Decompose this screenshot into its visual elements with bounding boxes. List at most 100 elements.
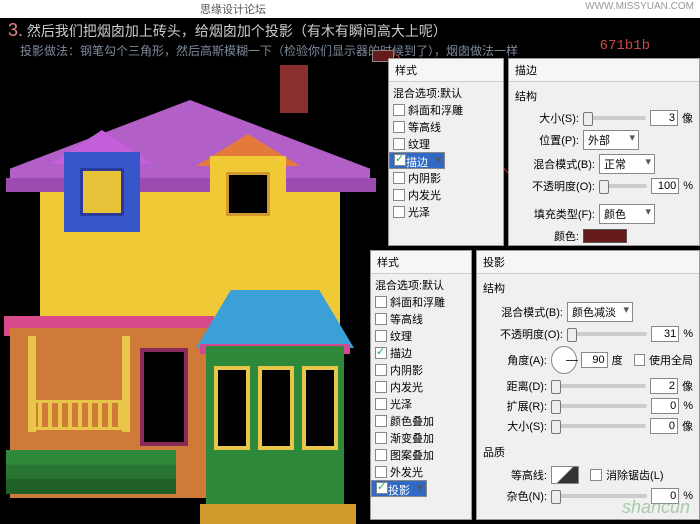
step-subnote: 投影做法：钢笔勾个三角形，然后高斯模糊一下（检验你们显示器的时候到了），烟囱做法…: [20, 42, 518, 59]
style-item-光泽[interactable]: 光泽: [389, 203, 503, 220]
antialias-checkbox[interactable]: [590, 469, 602, 481]
opacity-slider[interactable]: [599, 184, 647, 188]
filltype-select[interactable]: 颜色: [599, 204, 655, 224]
use-global-light-checkbox[interactable]: [634, 354, 645, 366]
size-input[interactable]: 0: [650, 418, 678, 434]
style-item-内发光[interactable]: 内发光: [389, 186, 503, 203]
style-checkbox[interactable]: [375, 415, 387, 427]
bay-roof: [196, 290, 354, 348]
style-item-描边[interactable]: 描边: [371, 344, 471, 361]
spread-input[interactable]: 0: [651, 398, 679, 414]
contour-picker[interactable]: [551, 466, 579, 484]
style-checkbox[interactable]: [375, 449, 387, 461]
opacity-input[interactable]: 31: [651, 326, 679, 342]
style-checkbox[interactable]: [375, 296, 387, 308]
forum-url: WWW.MISSYUAN.COM: [585, 1, 694, 12]
size-input[interactable]: 3: [650, 110, 678, 126]
opacity-input[interactable]: 100: [651, 178, 679, 194]
style-checkbox[interactable]: [393, 104, 405, 116]
blendmode-select[interactable]: 颜色减淡: [567, 302, 633, 322]
blend-options-default[interactable]: 混合选项:默认: [371, 276, 471, 293]
style-checkbox[interactable]: [393, 121, 405, 133]
blendmode-select[interactable]: 正常: [599, 154, 655, 174]
panel-title: 投影: [477, 251, 699, 274]
style-item-描边[interactable]: 描边: [389, 152, 445, 169]
style-item-斜面和浮雕[interactable]: 斜面和浮雕: [389, 101, 503, 118]
style-checkbox[interactable]: [375, 364, 387, 376]
angle-dial[interactable]: [551, 346, 577, 374]
style-checkbox[interactable]: [393, 138, 405, 150]
porch-steps: [6, 450, 176, 494]
bay-section: [200, 290, 350, 520]
style-checkbox[interactable]: [375, 347, 387, 359]
dormer-right-window: [226, 172, 270, 216]
porch-rail: [28, 400, 130, 430]
style-label: 内发光: [408, 187, 441, 203]
distance-slider[interactable]: [551, 384, 646, 388]
style-item-内阴影[interactable]: 内阴影: [389, 169, 503, 186]
style-item-等高线[interactable]: 等高线: [389, 118, 503, 135]
style-checkbox[interactable]: [393, 206, 405, 218]
style-checkbox[interactable]: [375, 313, 387, 325]
layer-style-styles-panel-stroke: 样式 混合选项:默认 斜面和浮雕等高线纹理描边内阴影内发光光泽: [388, 58, 504, 246]
house-illustration: [0, 60, 390, 500]
group-quality: 品质: [483, 442, 693, 464]
style-label: 投影: [388, 485, 410, 497]
opacity-slider[interactable]: [567, 332, 647, 336]
spread-slider[interactable]: [551, 404, 647, 408]
style-item-颜色叠加[interactable]: 颜色叠加: [371, 412, 471, 429]
size-slider[interactable]: [551, 424, 646, 428]
style-label: 内发光: [390, 379, 423, 395]
style-label: 内阴影: [408, 170, 441, 186]
step-instruction: 3. 然后我们把烟囱加上砖头，给烟囱加个投影（有木有瞬间高大上呢）: [8, 20, 447, 41]
style-item-图案叠加[interactable]: 图案叠加: [371, 446, 471, 463]
position-select[interactable]: 外部: [583, 130, 639, 150]
style-label: 颜色叠加: [390, 413, 434, 429]
dormer-left-window: [80, 168, 124, 216]
blendmode-label: 混合模式(B):: [515, 156, 595, 172]
style-checkbox[interactable]: [375, 330, 387, 342]
style-item-纹理[interactable]: 纹理: [371, 327, 471, 344]
style-checkbox[interactable]: [375, 466, 387, 478]
style-item-等高线[interactable]: 等高线: [371, 310, 471, 327]
panel-title: 样式: [389, 59, 503, 82]
layer-style-styles-panel-shadow: 样式 混合选项:默认 斜面和浮雕等高线纹理描边内阴影内发光光泽颜色叠加渐变叠加图…: [370, 250, 472, 520]
angle-input[interactable]: 90: [581, 352, 607, 368]
opacity-label: 不透明度(O):: [483, 326, 563, 342]
style-checkbox[interactable]: [375, 432, 387, 444]
style-item-光泽[interactable]: 光泽: [371, 395, 471, 412]
style-checkbox[interactable]: [394, 154, 406, 166]
style-label: 斜面和浮雕: [390, 294, 445, 310]
style-checkbox[interactable]: [393, 189, 405, 201]
style-item-内发光[interactable]: 内发光: [371, 378, 471, 395]
style-checkbox[interactable]: [393, 172, 405, 184]
style-item-斜面和浮雕[interactable]: 斜面和浮雕: [371, 293, 471, 310]
style-label: 内阴影: [390, 362, 423, 378]
distance-input[interactable]: 2: [650, 378, 678, 394]
stroke-color-well[interactable]: [583, 229, 627, 243]
size-slider[interactable]: [583, 116, 646, 120]
style-item-纹理[interactable]: 纹理: [389, 135, 503, 152]
stroke-settings-panel: 描边 结构 大小(S):3像 位置(P):外部 混合模式(B):正常 不透明度(…: [508, 58, 700, 246]
style-label: 光泽: [390, 396, 412, 412]
contour-label: 等高线:: [483, 467, 547, 483]
step-text: 然后我们把烟囱加上砖头，给烟囱加个投影（有木有瞬间高大上呢）: [27, 23, 447, 39]
style-item-投影[interactable]: 投影: [371, 480, 427, 497]
blendmode-label: 混合模式(B):: [483, 304, 563, 320]
style-checkbox[interactable]: [375, 398, 387, 410]
size-label: 大小(S):: [515, 110, 579, 126]
antialias-label: 消除锯齿(L): [606, 467, 663, 483]
blend-options-default[interactable]: 混合选项:默认: [389, 84, 503, 101]
drop-shadow-settings-panel: 投影 结构 混合模式(B):颜色减淡 不透明度(O):31% 角度(A):90度…: [476, 250, 700, 520]
style-checkbox[interactable]: [376, 482, 388, 494]
style-item-渐变叠加[interactable]: 渐变叠加: [371, 429, 471, 446]
noise-label: 杂色(N):: [483, 488, 547, 504]
forum-name: 思缘设计论坛: [200, 1, 266, 17]
style-item-内阴影[interactable]: 内阴影: [371, 361, 471, 378]
style-item-外发光[interactable]: 外发光: [371, 463, 471, 480]
noise-slider[interactable]: [551, 494, 647, 498]
noise-input[interactable]: 0: [651, 488, 679, 504]
bay-window: [302, 366, 338, 450]
color-label: 颜色:: [515, 228, 579, 244]
style-checkbox[interactable]: [375, 381, 387, 393]
